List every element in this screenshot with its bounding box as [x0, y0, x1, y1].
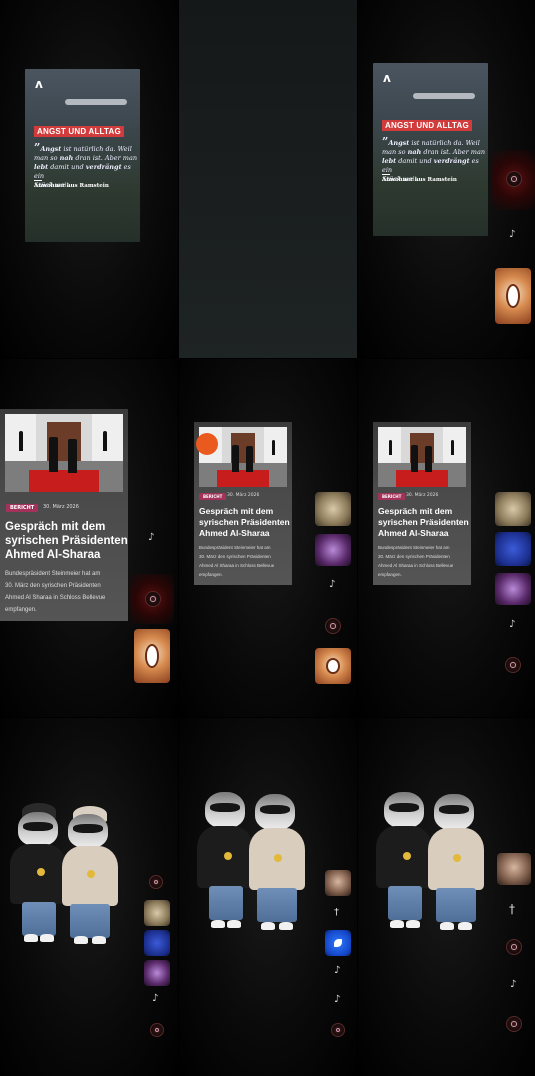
news-card[interactable]: BERICHT 30. März 2026 Gespräch mit dem sy…: [373, 422, 471, 585]
news-summary: Bundespräsident Steinmeier hat am 30. Mär…: [5, 571, 106, 613]
category-badge: BERICHT: [199, 493, 227, 500]
author-divider: [382, 174, 390, 175]
news-title: Gespräch mit dem syrischen Präsidenten Ahm…: [378, 506, 469, 538]
portrait-thumbnail[interactable]: [325, 870, 351, 896]
tile-raccoons-1[interactable]: ♪: [0, 718, 178, 1076]
tile-raccoons-3[interactable]: † ♪: [358, 718, 535, 1076]
news-photo: [5, 414, 123, 492]
purple-thumbnail[interactable]: [144, 960, 170, 986]
goat-thumbnail[interactable]: [144, 900, 170, 926]
tiktok-icon[interactable]: ♪: [334, 966, 340, 976]
news-title: Gespräch mit dem syrischen Präsidenten Ahm…: [199, 506, 290, 538]
tiktok-icon[interactable]: ♪: [509, 230, 515, 240]
tiktok-icon[interactable]: ♪: [329, 580, 335, 590]
channel-logo-icon[interactable]: [506, 1016, 522, 1032]
channel-logo-icon[interactable]: [325, 618, 341, 634]
tile-news-2[interactable]: BERICHT 30. März 2026 Gespräch mit dem sy…: [179, 359, 357, 717]
category-badge: BERICHT: [378, 493, 406, 500]
author-divider: [34, 180, 42, 181]
tile-news-1[interactable]: BERICHT 30. März 2026 Gespräch mit dem sy…: [0, 359, 178, 717]
tiktok-icon[interactable]: ♪: [334, 995, 340, 1005]
tile-empty-loading[interactable]: [179, 0, 357, 358]
quote-tag: ANGST UND ALLTAG: [34, 126, 124, 137]
category-badge: BERICHT: [6, 504, 39, 512]
channel-logo-icon[interactable]: [506, 171, 522, 187]
news-title: Gespräch mit dem syrischen Präsidenten Ahm…: [5, 521, 128, 561]
tiktok-icon[interactable]: ♪: [509, 620, 515, 630]
portrait-thumbnail[interactable]: [497, 853, 531, 885]
raccoon-duo-image: [8, 798, 123, 958]
blue-thumbnail[interactable]: [144, 930, 170, 956]
news-card[interactable]: BERICHT 30. März 2026 Gespräch mit dem sy…: [194, 422, 292, 585]
tile-quote-1[interactable]: ʌ ANGST UND ALLTAG ”Angst ist natürlich …: [0, 0, 178, 358]
raccoon-duo-image: [195, 786, 310, 946]
aircraft-image: [65, 99, 127, 105]
news-date: 30. März 2026: [227, 493, 260, 498]
news-summary: Bundespräsident Steinmeier hat am 30. Mär…: [378, 545, 454, 577]
channel-logo-icon[interactable]: [145, 591, 161, 607]
tile-quote-2[interactable]: ʌ ANGST UND ALLTAG ”Angst ist natürlich …: [358, 0, 535, 358]
quote-card[interactable]: ʌ ANGST UND ALLTAG ”Angst ist natürlich …: [25, 69, 140, 242]
channel-logo-icon[interactable]: [150, 1023, 164, 1037]
quote-tag: ANGST UND ALLTAG: [382, 120, 472, 131]
channel-logo-icon[interactable]: [331, 1023, 345, 1037]
cartoon-thumbnail[interactable]: [315, 648, 351, 684]
blue-thumbnail[interactable]: [495, 532, 531, 566]
person-icon[interactable]: †: [334, 908, 339, 918]
tiktok-icon[interactable]: ♪: [148, 533, 154, 543]
tile-news-3[interactable]: BERICHT 30. März 2026 Gespräch mit dem sy…: [358, 359, 535, 717]
channel-logo-icon[interactable]: [149, 875, 163, 889]
brand-logo-icon: ʌ: [35, 77, 43, 91]
channel-logo-icon[interactable]: [505, 657, 521, 673]
tile-raccoons-2[interactable]: † ♪ ♪: [179, 718, 357, 1076]
sticker-icon: [196, 433, 218, 455]
quote-author: Anwohner aus Ramstein: [382, 177, 457, 183]
goat-thumbnail[interactable]: [495, 492, 531, 526]
tiktok-icon[interactable]: ♪: [152, 994, 158, 1004]
tiktok-icon[interactable]: ♪: [510, 980, 516, 990]
cartoon-thumbnail[interactable]: [134, 629, 170, 683]
raccoon-duo-image: [374, 786, 489, 946]
channel-logo-icon[interactable]: [506, 939, 522, 955]
purple-thumbnail[interactable]: [315, 534, 351, 566]
news-photo: [378, 427, 466, 487]
quote-author: Anwohner aus Ramstein: [34, 183, 109, 189]
goat-thumbnail[interactable]: [315, 492, 351, 526]
aircraft-image: [413, 93, 475, 99]
purple-thumbnail[interactable]: [495, 573, 531, 605]
dove-thumbnail[interactable]: [325, 930, 351, 956]
person-icon[interactable]: †: [509, 903, 515, 915]
news-card[interactable]: BERICHT 30. März 2026 Gespräch mit dem sy…: [0, 409, 128, 621]
news-date: 30. März 2026: [406, 493, 439, 498]
news-summary: Bundespräsident Steinmeier hat am 30. Mär…: [199, 545, 275, 577]
quote-card[interactable]: ʌ ANGST UND ALLTAG ”Angst ist natürlich …: [373, 63, 488, 236]
cartoon-thumbnail[interactable]: [495, 268, 531, 324]
brand-logo-icon: ʌ: [383, 71, 391, 85]
news-date: 30. März 2026: [43, 504, 79, 510]
